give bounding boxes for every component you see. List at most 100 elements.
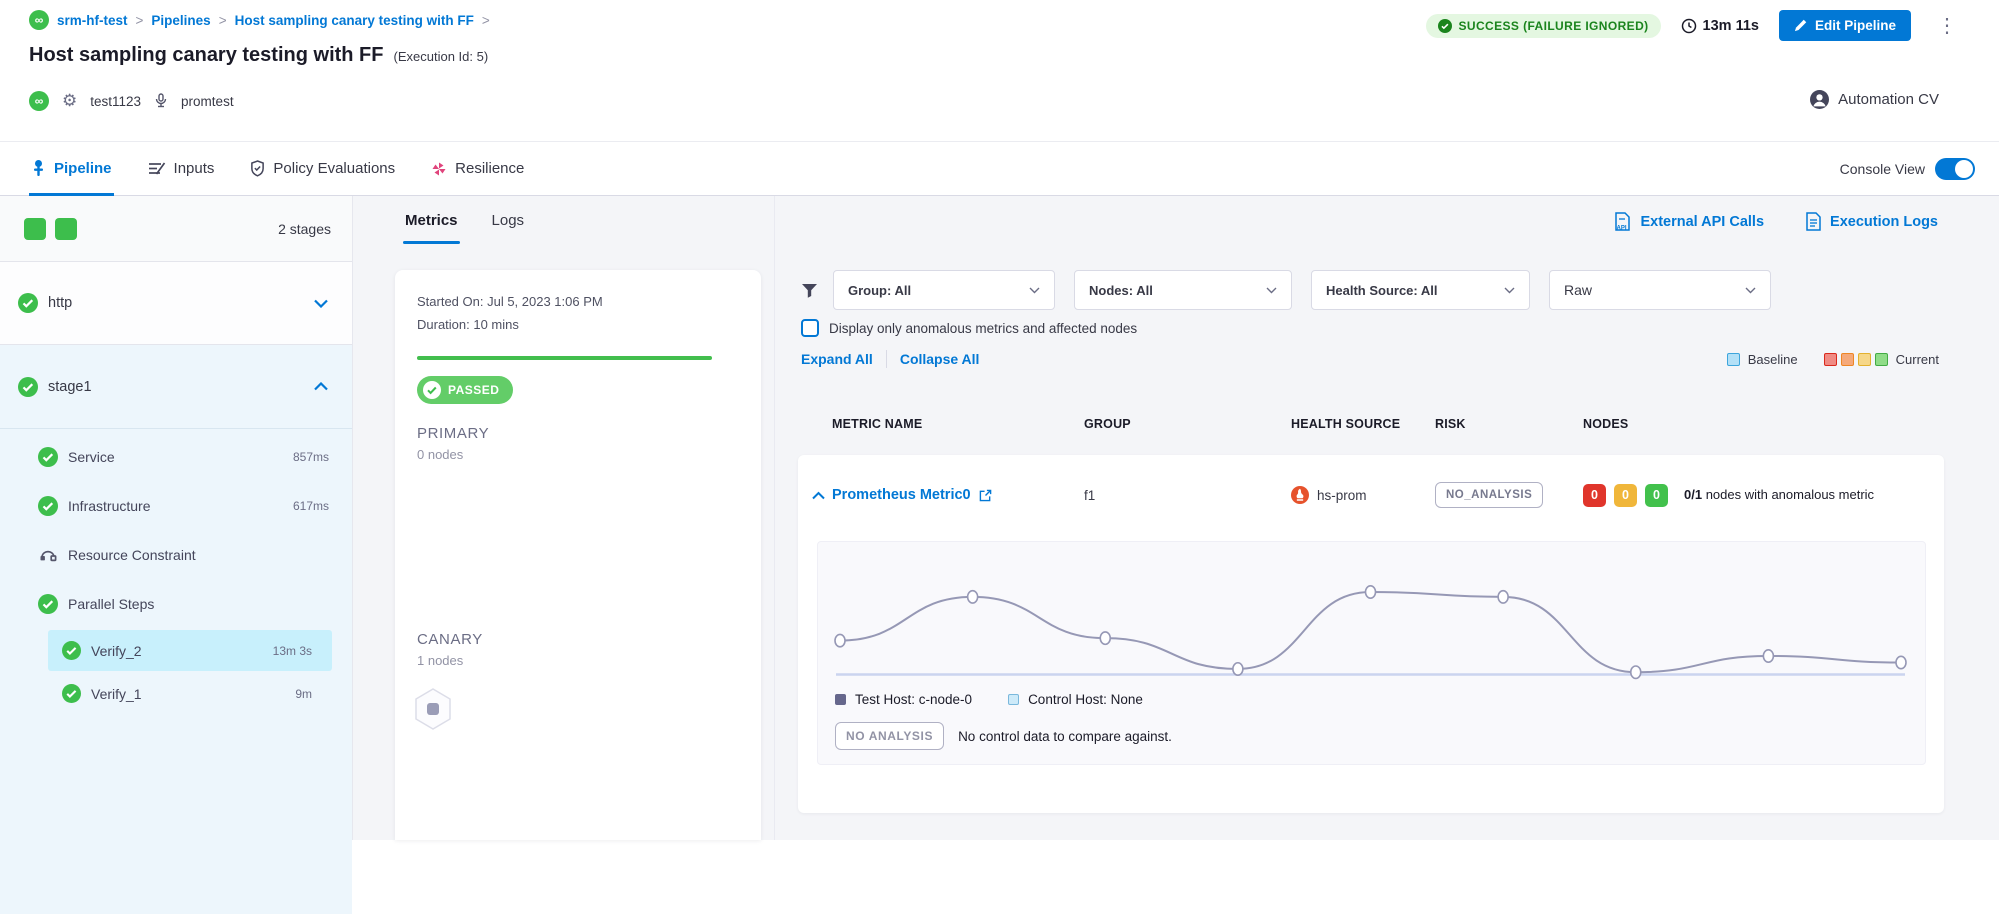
step-row-parallel-steps[interactable]: Parallel Steps — [0, 579, 352, 628]
breadcrumb-separator: > — [136, 13, 144, 28]
passed-badge: PASSED — [417, 376, 513, 404]
chevron-down-icon — [1266, 287, 1277, 294]
current-yellow-swatch — [1858, 353, 1871, 366]
env-tag: promtest — [181, 94, 234, 109]
tags-row: ∞ ⚙ test1123 promtest — [29, 90, 234, 112]
inputs-icon — [148, 161, 166, 176]
metric-chart-legend: Test Host: c-node-0 Control Host: None — [835, 692, 1143, 707]
tab-resilience[interactable]: Resilience — [429, 142, 526, 195]
console-view-toggle[interactable] — [1935, 158, 1975, 180]
chevron-down-icon[interactable] — [314, 299, 328, 308]
resilience-chaos-icon — [431, 161, 447, 177]
stage-square-icon[interactable] — [24, 218, 46, 240]
execution-logs-link[interactable]: Execution Logs — [1806, 212, 1938, 231]
expand-all-link[interactable]: Expand All — [801, 351, 873, 367]
test-host-swatch — [835, 694, 846, 705]
step-row-service[interactable]: Service 857ms — [0, 432, 352, 481]
external-link-icon[interactable] — [979, 489, 992, 502]
step-row-verify-1[interactable]: Verify_1 9m — [48, 673, 332, 714]
metric-table-row: Prometheus Metric0 f1 hs-prom NO_ANALYSI… — [798, 455, 1944, 535]
stage-strip: 2 stages — [0, 196, 352, 262]
nodes-filter-dropdown[interactable]: Nodes: All — [1074, 270, 1292, 310]
user-chip: Automation CV — [1810, 90, 1939, 109]
main-tabbar: Pipeline Inputs Policy Evaluations Resil… — [0, 141, 1999, 196]
collapse-all-link[interactable]: Collapse All — [900, 351, 980, 367]
stage-count: 2 stages — [278, 221, 331, 237]
breadcrumb-pipeline-name[interactable]: Host sampling canary testing with FF — [235, 13, 474, 28]
execution-sidebar: 2 stages http stage1 Service 857ms Infra… — [0, 196, 353, 840]
resource-constraint-icon — [38, 545, 58, 565]
api-document-icon: API — [1614, 212, 1631, 231]
step-label: Parallel Steps — [68, 596, 154, 612]
edit-pipeline-button[interactable]: Edit Pipeline — [1779, 10, 1911, 41]
divider — [0, 428, 352, 429]
stage-row-http[interactable]: http — [0, 262, 352, 345]
metrics-panel: API External API Calls Execution Logs Gr… — [774, 196, 1999, 840]
canary-group: CANARY 1 nodes — [417, 631, 483, 668]
page-header: ∞ srm-hf-test > Pipelines > Host samplin… — [0, 0, 1999, 141]
page-title: Host sampling canary testing with FF — [29, 44, 384, 67]
started-on: Started On: Jul 5, 2023 1:06 PM — [417, 294, 603, 309]
chevron-down-icon — [1029, 287, 1040, 294]
stage-square-icon[interactable] — [55, 218, 77, 240]
canary-node-hexagon[interactable] — [413, 687, 453, 731]
success-check-icon — [62, 641, 81, 660]
console-view-label: Console View — [1840, 161, 1925, 177]
metric-name-link[interactable]: Prometheus Metric0 — [832, 487, 1084, 503]
person-icon — [1810, 90, 1829, 109]
status-badge: SUCCESS (FAILURE IGNORED) — [1426, 14, 1661, 38]
baseline-label: Baseline — [1748, 352, 1798, 367]
prometheus-icon — [1291, 486, 1309, 504]
col-nodes: NODES — [1583, 417, 1930, 431]
col-metric-name: METRIC NAME — [832, 417, 1084, 431]
external-api-calls-link[interactable]: API External API Calls — [1614, 212, 1764, 231]
anomalous-filter[interactable]: Display only anomalous metrics and affec… — [801, 319, 1137, 337]
health-source-filter-dropdown[interactable]: Health Source: All — [1311, 270, 1530, 310]
step-row-resource-constraint[interactable]: Resource Constraint — [0, 530, 352, 579]
tab-logs[interactable]: Logs — [490, 206, 527, 244]
no-analysis-badge: NO ANALYSIS — [835, 722, 944, 750]
step-row-verify-2[interactable]: Verify_2 13m 3s — [48, 630, 332, 671]
step-duration: 857ms — [293, 450, 329, 464]
breadcrumb-separator: > — [482, 13, 490, 28]
service-tag: test1123 — [90, 94, 141, 109]
log-links: API External API Calls Execution Logs — [1614, 212, 1938, 231]
col-risk: RISK — [1435, 417, 1583, 431]
yellow-node-count: 0 — [1614, 484, 1637, 507]
tab-inputs[interactable]: Inputs — [146, 142, 217, 195]
chevron-down-icon — [1745, 287, 1756, 294]
breadcrumb-pipelines[interactable]: Pipelines — [151, 13, 210, 28]
breadcrumb-project[interactable]: srm-hf-test — [57, 13, 128, 28]
kebab-menu-icon[interactable]: ⋮ — [1931, 16, 1963, 36]
success-check-icon — [18, 293, 38, 313]
header-actions: SUCCESS (FAILURE IGNORED) 13m 11s Edit P… — [1426, 10, 1963, 41]
anomalous-checkbox[interactable] — [801, 319, 819, 337]
metrics-table-header: METRIC NAME GROUP HEALTH SOURCE RISK NOD… — [798, 411, 1944, 437]
stage-row-stage1[interactable]: stage1 — [0, 345, 352, 428]
canary-label: CANARY — [417, 631, 483, 648]
current-red-swatch — [1824, 353, 1837, 366]
group-filter-dropdown[interactable]: Group: All — [833, 270, 1055, 310]
current-label: Current — [1896, 352, 1939, 367]
anomalous-checkbox-label: Display only anomalous metrics and affec… — [829, 321, 1137, 336]
tab-policy-evaluations[interactable]: Policy Evaluations — [248, 142, 397, 195]
control-host-swatch — [1008, 694, 1019, 705]
shield-check-icon — [250, 160, 265, 177]
step-label: Verify_1 — [91, 686, 142, 702]
tab-pipeline[interactable]: Pipeline — [29, 142, 114, 195]
microphone-icon — [154, 93, 168, 109]
harness-logo-icon: ∞ — [29, 10, 49, 30]
primary-group: PRIMARY 0 nodes — [417, 425, 489, 462]
tab-metrics[interactable]: Metrics — [403, 206, 460, 244]
nodes-cell: 0 0 0 0/1 nodes with anomalous metric — [1583, 484, 1930, 507]
nodes-summary: 0/1 nodes with anomalous metric — [1684, 486, 1924, 504]
chevron-up-icon[interactable] — [314, 382, 328, 391]
step-label: Service — [68, 449, 115, 465]
current-swatches — [1824, 353, 1888, 366]
collapse-chevron-up-icon[interactable] — [812, 491, 825, 500]
step-row-infrastructure[interactable]: Infrastructure 617ms — [0, 481, 352, 530]
data-mode-dropdown[interactable]: Raw — [1549, 270, 1771, 310]
stage-label: stage1 — [48, 379, 92, 395]
step-label: Infrastructure — [68, 498, 150, 514]
success-check-icon — [38, 594, 58, 614]
